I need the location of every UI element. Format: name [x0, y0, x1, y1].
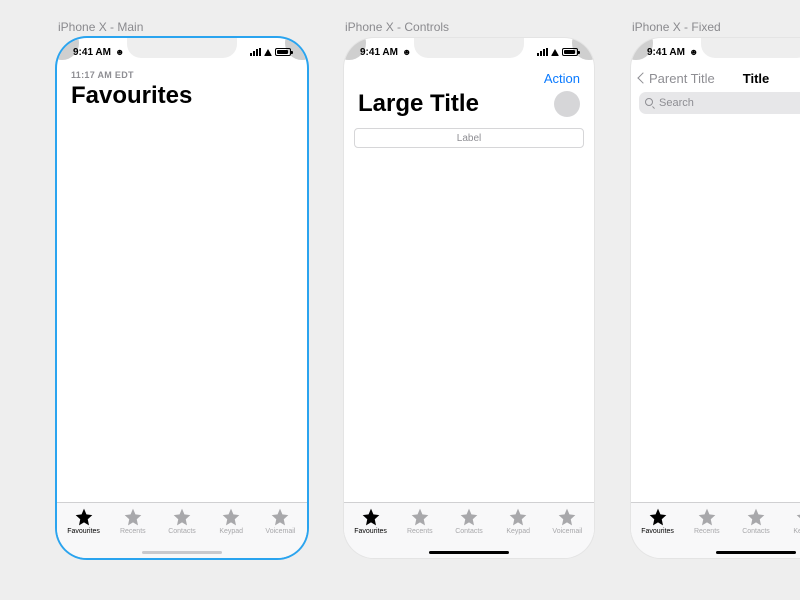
- navbar-action-button[interactable]: Action: [544, 71, 580, 86]
- status-time: 9:41 AM: [360, 47, 398, 58]
- star-icon: [459, 507, 479, 527]
- home-indicator[interactable]: [142, 551, 222, 554]
- star-icon: [697, 507, 717, 527]
- tab-favourites[interactable]: Favourites: [633, 507, 682, 558]
- avatar[interactable]: [554, 91, 580, 117]
- navigation-bar: Parent Title Title: [631, 66, 800, 90]
- battery-icon: [562, 48, 578, 56]
- back-label: Parent Title: [649, 71, 715, 86]
- tab-label: Keypad: [793, 528, 800, 535]
- tab-favourites[interactable]: Favourites: [59, 507, 108, 558]
- segmented-control[interactable]: Label: [354, 128, 584, 148]
- notch: [127, 38, 237, 58]
- cellular-icon: [250, 48, 261, 56]
- home-indicator[interactable]: [716, 551, 796, 554]
- alarm-icon: ☻: [402, 47, 411, 57]
- tab-voicemail[interactable]: Voicemail: [543, 507, 592, 558]
- tab-bar: Favourites Recents Contacts Keypad Voice…: [631, 502, 800, 558]
- page-title: Large Title: [358, 90, 479, 118]
- segmented-label: Label: [457, 133, 481, 144]
- star-icon: [795, 507, 800, 527]
- tab-label: Keypad: [506, 528, 530, 535]
- tab-label: Keypad: [219, 528, 243, 535]
- back-button[interactable]: Parent Title: [639, 71, 715, 86]
- wifi-icon: [264, 49, 272, 56]
- artboard-label-fixed: iPhone X - Fixed: [632, 20, 721, 34]
- tab-label: Contacts: [742, 528, 770, 535]
- search-icon: [645, 98, 655, 108]
- tab-label: Recents: [694, 528, 720, 535]
- tab-favourites[interactable]: Favourites: [346, 507, 395, 558]
- tab-label: Favourites: [354, 528, 387, 535]
- tab-label: Favourites: [641, 528, 674, 535]
- notch: [414, 38, 524, 58]
- star-icon: [172, 507, 192, 527]
- star-icon: [746, 507, 766, 527]
- star-icon: [74, 507, 94, 527]
- tab-bar: Favourites Recents Contacts Keypad Voice…: [344, 502, 594, 558]
- star-icon: [410, 507, 430, 527]
- tab-label: Contacts: [168, 528, 196, 535]
- star-icon: [648, 507, 668, 527]
- star-icon: [221, 507, 241, 527]
- notch: [701, 38, 800, 58]
- artboard-label-main: iPhone X - Main: [58, 20, 143, 34]
- alarm-icon: ☻: [689, 47, 698, 57]
- tab-label: Recents: [407, 528, 433, 535]
- cellular-icon: [537, 48, 548, 56]
- star-icon: [557, 507, 577, 527]
- navigation-bar: Action: [344, 66, 594, 90]
- artboard-main[interactable]: 9:41 AM ☻ 11:17 AM EDT Favourites Favour…: [57, 38, 307, 558]
- tab-voicemail[interactable]: Voicemail: [256, 507, 305, 558]
- status-time: 9:41 AM: [73, 47, 111, 58]
- tab-label: Recents: [120, 528, 146, 535]
- battery-icon: [275, 48, 291, 56]
- tab-label: Voicemail: [265, 528, 295, 535]
- star-icon: [270, 507, 290, 527]
- chevron-left-icon: [637, 72, 648, 83]
- artboard-label-controls: iPhone X - Controls: [345, 20, 449, 34]
- timestamp-label: 11:17 AM EDT: [71, 70, 134, 80]
- star-icon: [508, 507, 528, 527]
- star-icon: [123, 507, 143, 527]
- home-indicator[interactable]: [429, 551, 509, 554]
- page-title: Title: [743, 71, 770, 86]
- artboard-controls[interactable]: 9:41 AM ☻ Action Large Title Label Favou…: [344, 38, 594, 558]
- search-placeholder: Search: [659, 97, 694, 109]
- search-input[interactable]: Search: [639, 92, 800, 114]
- tab-label: Favourites: [67, 528, 100, 535]
- tab-bar: Favourites Recents Contacts Keypad Voice…: [57, 502, 307, 558]
- status-time: 9:41 AM: [647, 47, 685, 58]
- wifi-icon: [551, 49, 559, 56]
- tab-label: Voicemail: [552, 528, 582, 535]
- alarm-icon: ☻: [115, 47, 124, 57]
- star-icon: [361, 507, 381, 527]
- tab-label: Contacts: [455, 528, 483, 535]
- page-title: Favourites: [71, 82, 192, 110]
- artboard-fixed[interactable]: 9:41 AM ☻ Parent Title Title Search F: [631, 38, 800, 558]
